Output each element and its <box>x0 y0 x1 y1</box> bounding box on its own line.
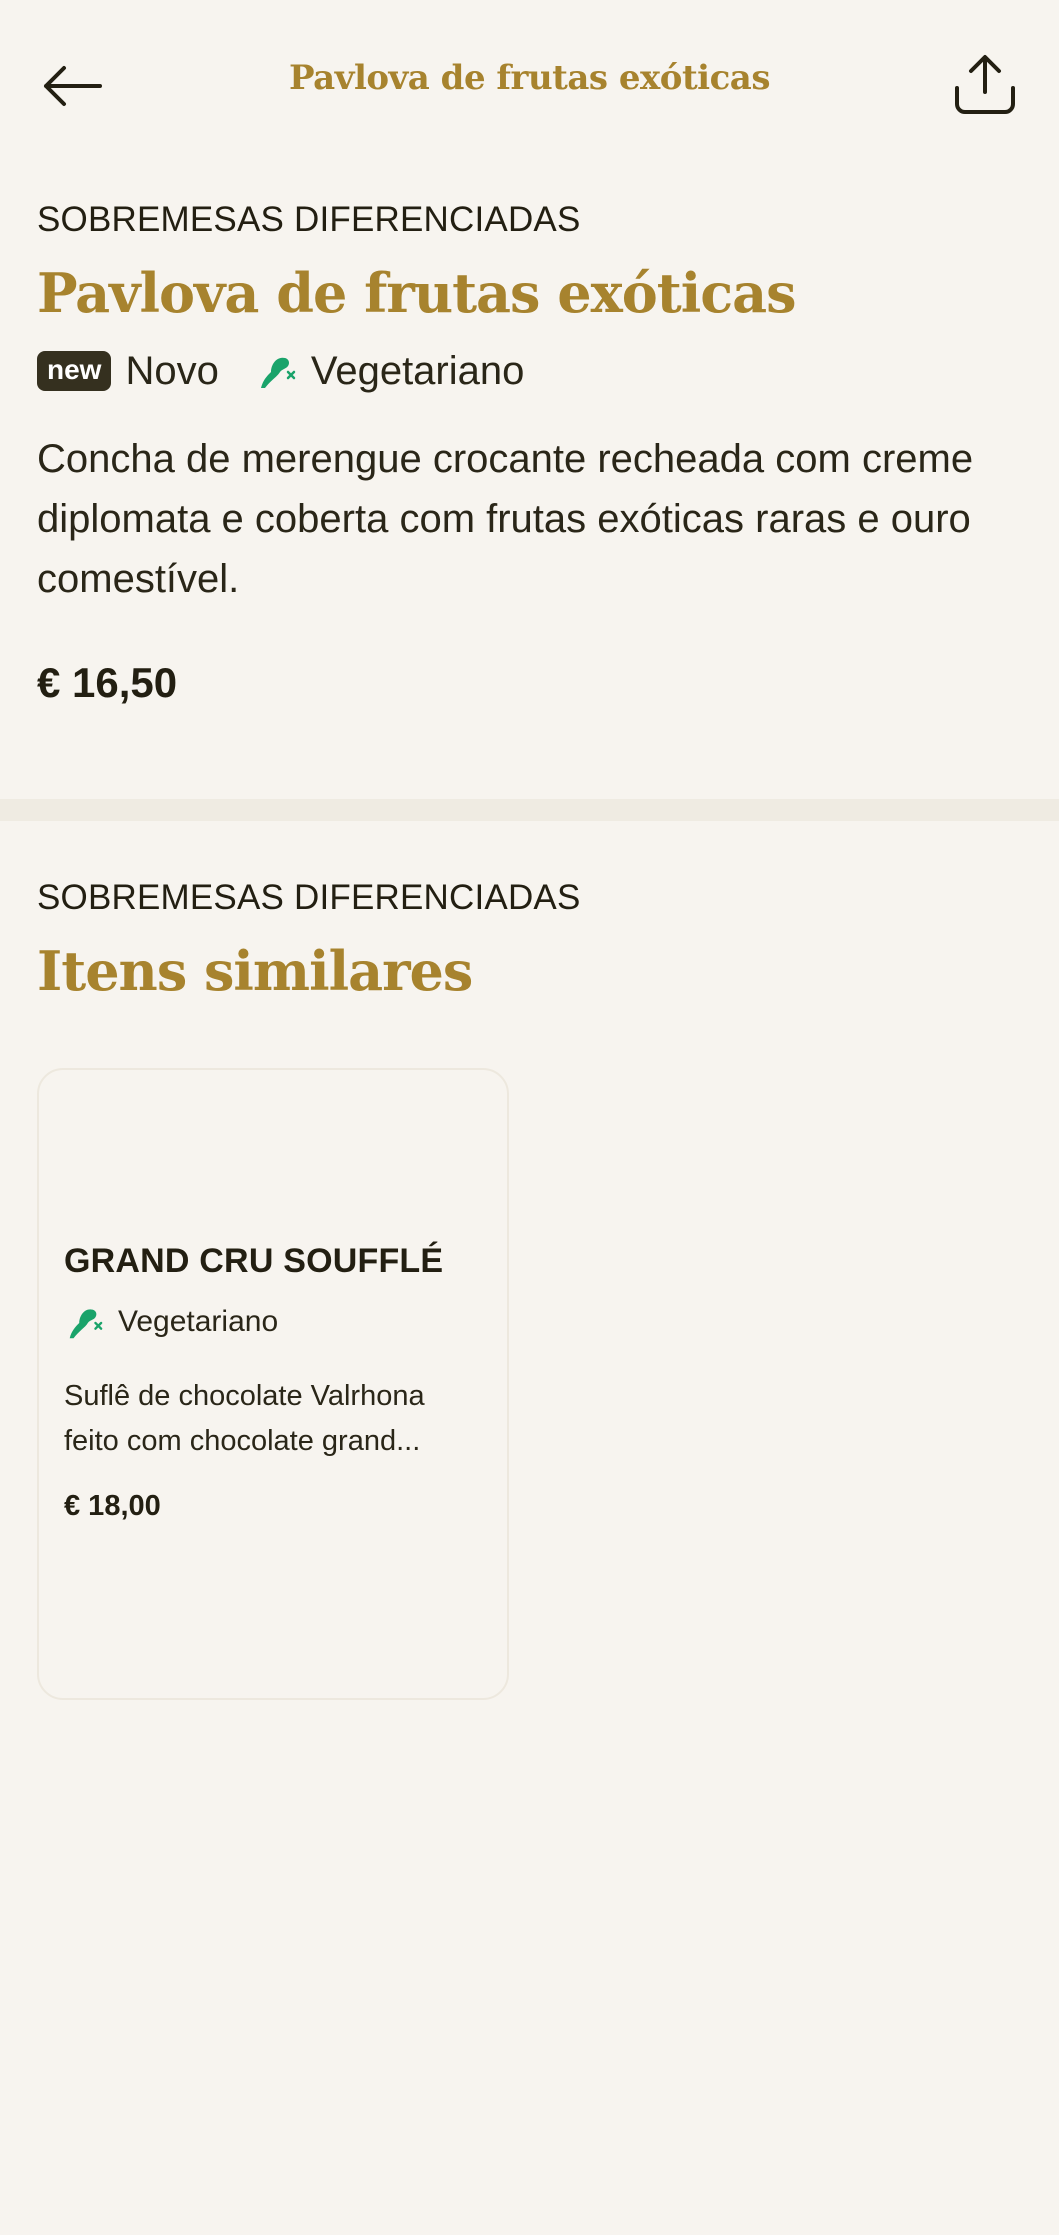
new-badge: new <box>37 351 112 392</box>
similar-item-card[interactable]: GRAND CRU SOUFFLÉ Vegetariano Suflê de c… <box>37 1068 509 1700</box>
item-title: Pavlova de frutas exóticas <box>37 261 797 325</box>
new-label: Novo <box>125 348 219 393</box>
share-button[interactable] <box>947 46 1023 122</box>
similar-title: Itens similares <box>37 939 473 1003</box>
item-price: € 16,50 <box>37 659 178 707</box>
similar-items-section: SOBREMESAS DIFERENCIADAS Itens similares <box>0 878 1059 1001</box>
item-description: Concha de merengue crocante recheada com… <box>37 437 974 602</box>
card-badges: Vegetariano <box>64 1302 278 1342</box>
top-bar-title: Pavlova de frutas exóticas <box>289 58 770 98</box>
vegetarian-label: Vegetariano <box>310 348 525 393</box>
vegetarian-icon <box>255 350 297 392</box>
similar-category: SOBREMESAS DIFERENCIADAS <box>37 878 581 917</box>
section-divider <box>0 799 1059 821</box>
item-details: SOBREMESAS DIFERENCIADAS Pavlova de frut… <box>0 200 1059 707</box>
card-item-price: € 18,00 <box>64 1490 161 1522</box>
top-bar: Pavlova de frutas exóticas <box>0 0 1059 170</box>
back-button[interactable] <box>36 50 108 122</box>
item-badges: new Novo Vegetariano <box>37 347 1059 395</box>
card-item-name: GRAND CRU SOUFFLÉ <box>64 1242 444 1280</box>
vegetarian-icon <box>64 1302 104 1342</box>
share-icon <box>955 55 1015 114</box>
item-category: SOBREMESAS DIFERENCIADAS <box>37 200 581 239</box>
arrow-left-icon <box>44 66 102 106</box>
card-vegetarian-label: Vegetariano <box>118 1305 279 1338</box>
card-item-description: Suflê de chocolate Valrhona feito com ch… <box>64 1380 425 1457</box>
